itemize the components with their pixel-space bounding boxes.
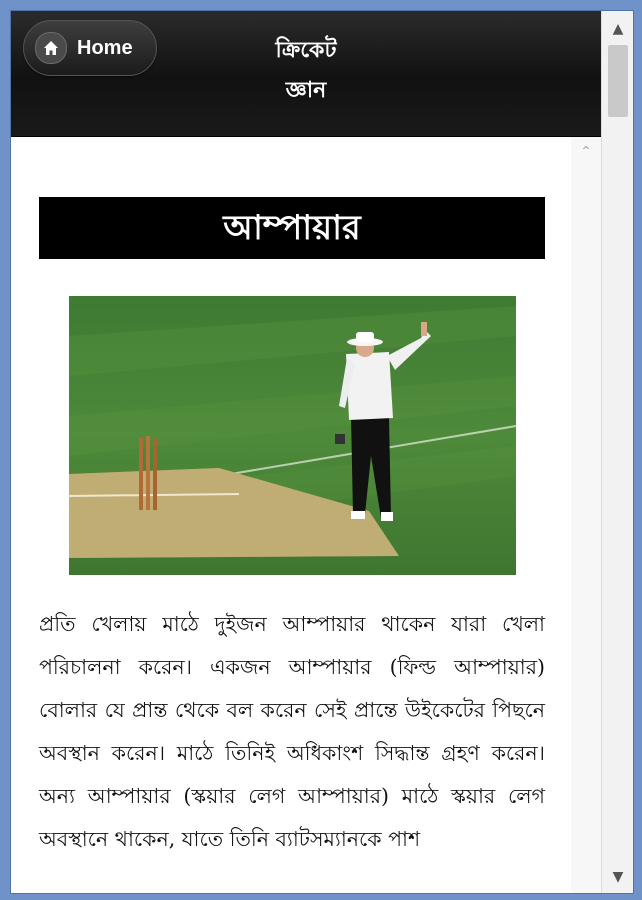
- home-icon: [35, 32, 67, 64]
- content-scroll-up-icon[interactable]: ⌃: [571, 137, 601, 167]
- home-button[interactable]: Home: [23, 20, 157, 76]
- section-heading: আম্পায়ার: [39, 197, 545, 259]
- page-title-line1: ক্রিকেট: [275, 38, 337, 63]
- content-area[interactable]: আম্পায়ার প্রতি খেলায় মাঠে দুইজন আম্পায…: [11, 137, 571, 893]
- home-button-label: Home: [77, 36, 133, 59]
- window-scrollbar[interactable]: ▲ ▼: [601, 11, 633, 893]
- umpire-photo: [69, 296, 516, 575]
- page-title-line2: জ্ঞান: [285, 78, 327, 103]
- content-scrollbar[interactable]: ⌃: [571, 137, 601, 893]
- scroll-up-icon[interactable]: ▲: [602, 15, 633, 43]
- page-title: ক্রিকেট জ্ঞান: [226, 31, 386, 111]
- scroll-thumb[interactable]: [608, 45, 628, 117]
- app-window: Home ক্রিকেট জ্ঞান আম্পায়ার প্রতি খেলায…: [10, 10, 634, 894]
- scroll-down-icon[interactable]: ▼: [602, 863, 633, 891]
- header-bar: Home ক্রিকেট জ্ঞান: [11, 11, 601, 137]
- article-paragraph: প্রতি খেলায় মাঠে দুইজন আম্পায়ার থাকেন …: [39, 612, 545, 851]
